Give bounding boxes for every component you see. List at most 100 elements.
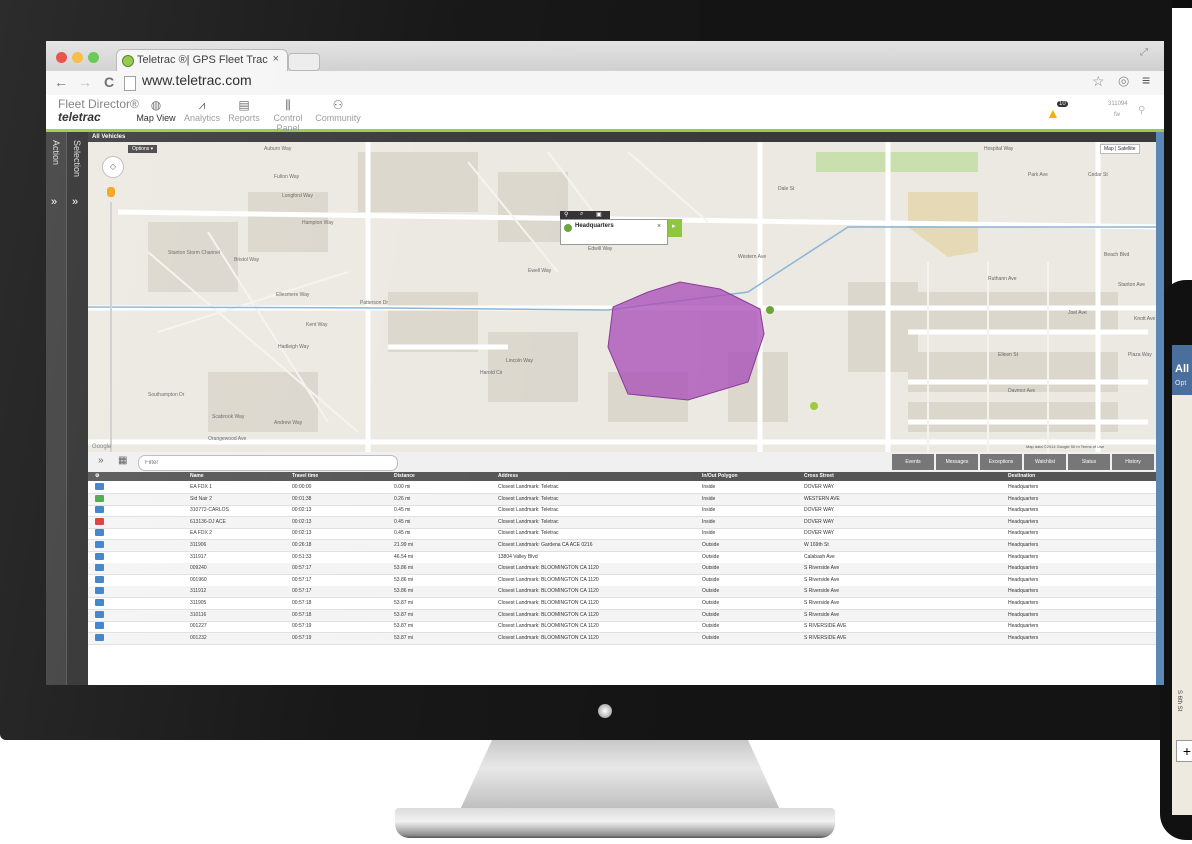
column-header-distance[interactable]: Distance	[394, 473, 415, 479]
cell-name: 613136-DJ ACE	[190, 518, 226, 525]
tab-title: Teletrac ®| GPS Fleet Trac	[137, 54, 268, 66]
table-row[interactable]: Sid Nair 2 00:01:38 0.26 mi Closest Landmar…	[88, 493, 1164, 506]
tab-exceptions[interactable]: Exceptions	[980, 454, 1022, 470]
infowindow-go-button[interactable]: ▸	[668, 219, 682, 237]
menu-icon[interactable]: ≡	[1142, 72, 1150, 88]
table-row[interactable]: 001960 00:57:17 53.86 mi Closest Landmark: …	[88, 575, 1164, 587]
new-tab-button[interactable]	[288, 53, 320, 71]
cell-inout: Inside	[702, 484, 716, 490]
tab-messages[interactable]: Messages	[936, 454, 978, 470]
vehicle-truck-icon	[95, 575, 104, 583]
tab-events[interactable]: Events	[892, 454, 934, 470]
column-header-travel-time[interactable]: Travel time	[292, 473, 318, 479]
column-header-name[interactable]: Name	[190, 473, 204, 479]
play-icon: ▸	[672, 223, 676, 230]
cell-dest: Headquarters	[1008, 530, 1039, 537]
locate-pin-icon[interactable]: ⚲	[564, 211, 568, 218]
map-type-toggle[interactable]: Map | Satellite	[1100, 144, 1140, 154]
cell-inout: Outside	[702, 565, 720, 572]
screen: Teletrac ®| GPS Fleet Trac × ⤢ ← → C www…	[46, 41, 1164, 685]
street-view-pegman-icon[interactable]	[107, 187, 115, 197]
alert-count-badge: 10	[1057, 101, 1068, 107]
google-logo: Google	[92, 444, 112, 450]
filter-input[interactable]	[138, 455, 398, 471]
user-icon[interactable]: ⚲	[1138, 105, 1145, 116]
delete-icon[interactable]: ▣	[596, 211, 602, 218]
page-icon	[124, 76, 136, 91]
table-row[interactable]: 311906 00:26:18 21.99 mi Closest Landmark: …	[88, 540, 1164, 552]
expand-action-chevron-icon[interactable]: »	[51, 196, 57, 208]
maximize-window-button[interactable]	[88, 52, 99, 63]
column-header-address[interactable]: Address	[498, 473, 518, 479]
minimize-window-button[interactable]	[72, 52, 83, 63]
extension-icon[interactable]: ◎	[1118, 73, 1129, 89]
table-row[interactable]: 310772-CARLOS 00:02:13 0.45 mi Closest Land…	[88, 505, 1164, 518]
cell-address: Closest Landmark: BLOOMINGTON CA 1120	[498, 611, 599, 618]
cell-distance: 53.86 mi	[394, 576, 414, 583]
close-window-button[interactable]	[56, 52, 67, 63]
tab-status[interactable]: Status	[1068, 454, 1110, 470]
table-row[interactable]: 311905 00:57:18 53.87 mi Closest Landmark: …	[88, 598, 1164, 610]
street-label: Andrew Way	[274, 420, 303, 426]
expand-selection-chevron-icon[interactable]: »	[72, 196, 78, 208]
table-row[interactable]: EA FDX 2 00:02:13 0.45 mi Closest Landmark:…	[88, 528, 1164, 541]
nav-item-control-panel[interactable]: ⫼ Control Panel	[262, 98, 314, 133]
table-row[interactable]: 310116 00:57:18 53.87 mi Closest Landmark: …	[88, 609, 1164, 622]
map-zoom-slider[interactable]	[110, 202, 112, 452]
back-button[interactable]: ←	[54, 74, 68, 90]
table-row[interactable]: 311917 00:51:33 46.54 mi 13804 Valley Blvd O…	[88, 552, 1164, 564]
tab-watchlist[interactable]: Watchlist	[1024, 454, 1066, 470]
column-header-in-out-polygon[interactable]: In/Out Polygon	[702, 473, 738, 479]
fullscreen-icon[interactable]: ⤢	[1140, 47, 1148, 58]
collapse-chevron-icon[interactable]: »	[98, 455, 104, 466]
column-header-cross-street[interactable]: Cross Street	[804, 473, 834, 479]
phone-zoom-in-button[interactable]: +	[1176, 740, 1192, 762]
table-row[interactable]: 613136-DJ ACE 00:02:13 0.45 mi Closest Land…	[88, 516, 1164, 529]
cell-cross: S RIVERSIDE AVE	[804, 634, 847, 641]
street-label: Dale St	[778, 186, 795, 192]
vehicle-marker-icon[interactable]	[766, 306, 774, 314]
table-row[interactable]: 001232 00:57:19 53.87 mi Closest Landmark: …	[88, 632, 1164, 645]
bookmark-star-icon[interactable]: ☆	[1092, 73, 1105, 90]
cell-address: Closest Landmark: Teletrac	[498, 518, 559, 525]
grid-view-icon[interactable]: ▦	[118, 455, 127, 466]
street-label: Bristol Way	[234, 257, 260, 263]
table-row[interactable]: 009240 00:57:17 53.86 mi Closest Landmark: …	[88, 563, 1164, 576]
map-title: All Vehicles	[92, 134, 126, 140]
table-row[interactable]: 001227 00:57:19 53.87 mi Closest Landmark: …	[88, 621, 1164, 634]
map-pan-control-icon[interactable]: ◇	[102, 156, 124, 178]
table-row[interactable]: EA FDX 1 00:00:00 0.00 mi Closest Landmark:…	[88, 482, 1164, 494]
select-all-icon[interactable]: ⚙	[95, 473, 99, 479]
cell-dest: Headquarters	[1008, 576, 1039, 583]
street-label: Southampton Dr	[148, 392, 185, 398]
cell-cross: S Riverside Ave	[804, 576, 840, 583]
table-row[interactable]: 311912 00:57:17 53.86 mi Closest Landmark: …	[88, 586, 1164, 599]
browser-tab[interactable]: Teletrac ®| GPS Fleet Trac ×	[116, 49, 288, 72]
cell-distance: 0.45 mi	[394, 530, 411, 537]
cell-address: Closest Landmark: Teletrac	[498, 530, 559, 537]
nav-item-globe[interactable]: ◍ Map View	[130, 98, 182, 123]
selection-panel-rail[interactable]: Selection »	[66, 132, 89, 685]
cell-travel: 00:57:18	[292, 611, 312, 618]
alert-warning-icon[interactable]: ▲	[1046, 105, 1060, 121]
reload-button[interactable]: C	[104, 74, 114, 90]
tab-history[interactable]: History	[1112, 454, 1154, 470]
cell-distance: 0.26 mi	[394, 495, 411, 502]
vehicle-truck-icon	[95, 494, 104, 502]
cell-name: EA FDX 1	[190, 484, 212, 490]
map-options-button[interactable]: Options ▾	[128, 145, 158, 153]
nav-item-community[interactable]: ⚇ Community	[312, 98, 364, 123]
nav-item-label: Reports	[228, 113, 260, 123]
cell-name: 310116	[190, 611, 207, 618]
column-header-destination[interactable]: Destination	[1008, 473, 1035, 479]
search-icon[interactable]: ⌕	[580, 211, 583, 218]
tab-close-icon[interactable]: ×	[273, 53, 279, 65]
infowindow-close-icon[interactable]: ×	[657, 223, 661, 230]
map-view[interactable]: All Vehicles Options ▾ Map | Satellite ◇…	[88, 132, 1164, 452]
forward-button[interactable]: →	[78, 74, 92, 90]
action-panel-rail[interactable]: Action »	[46, 132, 66, 685]
table-scrollbar[interactable]	[1156, 132, 1164, 685]
cell-travel: 00:57:19	[292, 623, 312, 630]
address-bar[interactable]: www.teletrac.com	[142, 72, 252, 88]
cell-address: 13804 Valley Blvd	[498, 553, 538, 560]
